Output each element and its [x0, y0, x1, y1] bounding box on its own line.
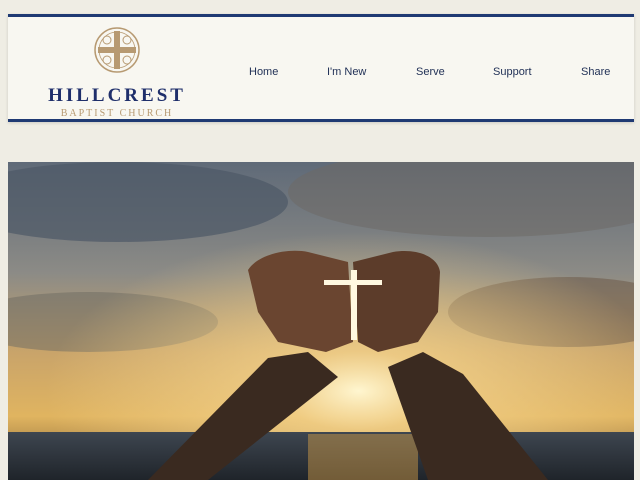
- nav-item-share[interactable]: Share: [581, 66, 610, 78]
- site-header: HILLCREST BAPTIST CHURCH Home I'm New Se…: [8, 14, 634, 122]
- site-logo-link[interactable]: HILLCREST BAPTIST CHURCH: [38, 25, 196, 119]
- site-subtitle: BAPTIST CHURCH: [60, 108, 174, 119]
- nav-item-im-new[interactable]: I'm New: [327, 66, 366, 78]
- site-name: HILLCREST: [48, 85, 186, 106]
- cross-emblem-icon: [94, 27, 140, 73]
- hands-cross-sunset-image: [8, 162, 634, 480]
- nav-item-support[interactable]: Support: [493, 66, 532, 78]
- hero-image: [8, 162, 634, 480]
- nav-item-serve[interactable]: Serve: [416, 66, 445, 78]
- nav-item-home[interactable]: Home: [249, 66, 278, 78]
